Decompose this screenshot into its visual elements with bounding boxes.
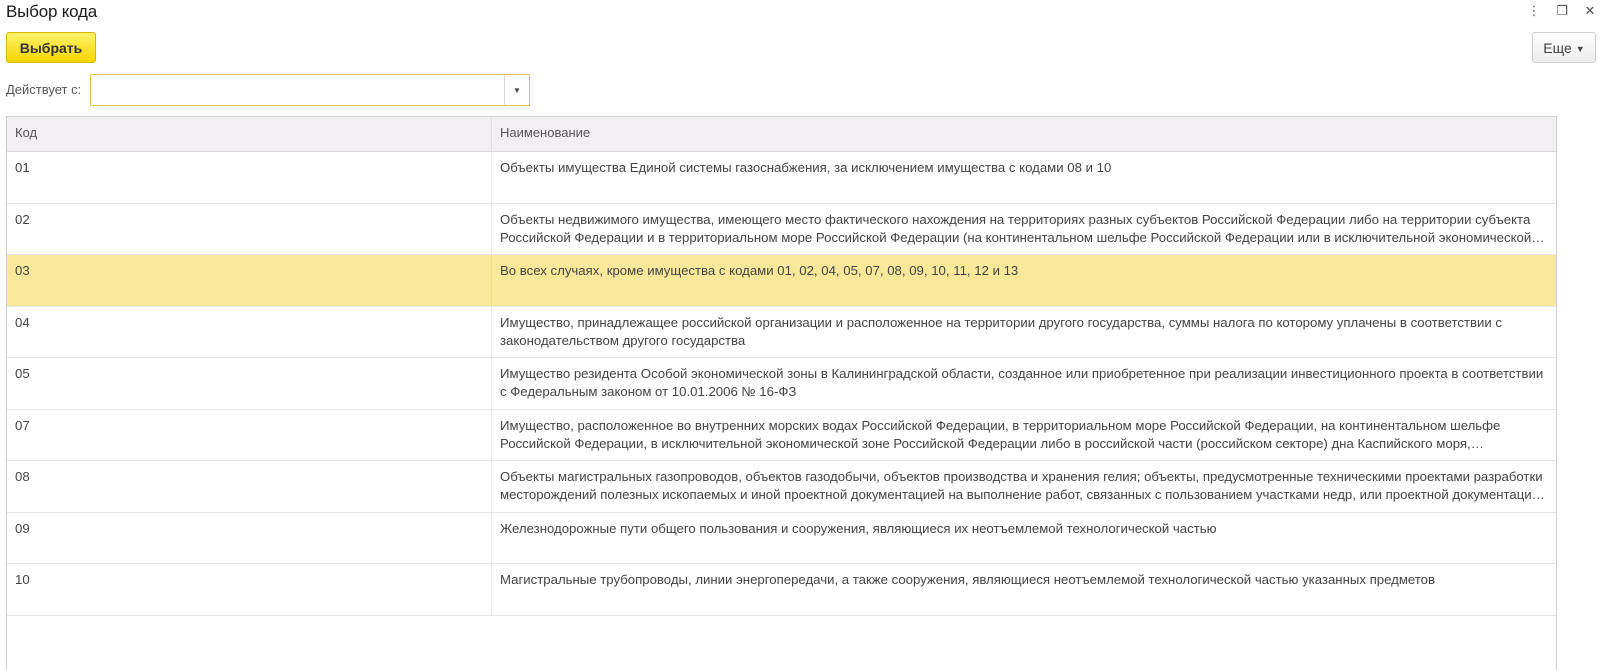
row-name: Имущество резидента Особой экономической… <box>500 366 1544 399</box>
row-name-cell: Магистральные трубопроводы, линии энерго… <box>492 564 1556 615</box>
row-code: 05 <box>7 358 492 409</box>
row-name: Объекты магистральных газопроводов, объе… <box>500 469 1547 502</box>
codes-table: Код Наименование 01 Объекты имущества Еди… <box>6 116 1557 670</box>
row-code: 09 <box>7 512 492 563</box>
table-header: Код Наименование <box>7 117 1556 152</box>
table-row[interactable]: 07 Имущество, расположенное во внутренних… <box>7 409 1556 461</box>
table-row[interactable]: 03 Во всех случаях, кроме имущества с код… <box>7 255 1556 307</box>
row-name: Имущество, принадлежащее российской орга… <box>500 314 1503 348</box>
table-body: 01 Объекты имущества Единой системы газос… <box>7 152 1556 616</box>
column-header-code[interactable]: Код <box>7 117 492 151</box>
select-button[interactable]: Выбрать <box>6 32 96 63</box>
window-controls: ⋮ ❐ ✕ <box>1526 2 1598 20</box>
row-code: 03 <box>7 255 492 306</box>
table-row[interactable]: 09 Железнодорожные пути общего пользовани… <box>7 512 1556 564</box>
row-name-cell: Имущество резидента Особой экономической… <box>492 358 1556 409</box>
row-name-cell: Объекты имущества Единой системы газосна… <box>492 152 1556 203</box>
row-name: Объекты имущества Единой системы газосна… <box>500 160 1112 175</box>
row-code: 04 <box>7 306 492 357</box>
table-row[interactable]: 04 Имущество, принадлежащее российской ор… <box>7 306 1556 358</box>
more-actions-icon[interactable]: ⋮ <box>1526 2 1542 20</box>
row-name: Магистральные трубопроводы, линии энерго… <box>500 572 1436 587</box>
dropdown-arrow-icon[interactable]: ▼ <box>504 75 529 105</box>
row-code: 08 <box>7 461 492 512</box>
close-icon[interactable]: ✕ <box>1582 2 1598 20</box>
row-name: Железнодорожные пути общего пользования … <box>500 520 1217 536</box>
row-name-cell: Имущество, расположенное во внутренних м… <box>492 410 1556 461</box>
restore-window-icon[interactable]: ❐ <box>1554 2 1570 20</box>
row-name: Объекты недвижимого имущества, имеющего … <box>500 211 1532 245</box>
row-name: Имущество, расположенное во внутренних м… <box>500 417 1501 451</box>
row-code: 07 <box>7 409 492 460</box>
code-selection-window: Выбор кода ⋮ ❐ ✕ Выбрать Еще ▼ Действует… <box>0 0 1604 670</box>
table-row[interactable]: 02 Объекты недвижимого имущества, имеющег… <box>7 203 1556 255</box>
valid-from-field[interactable]: ▼ <box>90 74 530 106</box>
row-code: 01 <box>7 152 492 203</box>
valid-from-label: Действует с: <box>6 82 82 97</box>
chevron-down-icon: ▼ <box>1575 43 1585 54</box>
table-row[interactable]: 08 Объекты магистральных газопроводов, об… <box>7 461 1556 513</box>
more-button[interactable]: Еще ▼ <box>1532 32 1596 63</box>
more-button-label: Еще <box>1543 39 1572 56</box>
row-name-cell: Имущество, принадлежащее российской орга… <box>492 307 1556 358</box>
row-code: 10 <box>7 564 492 615</box>
row-name: Во всех случаях, кроме имущества с кодам… <box>500 263 1019 278</box>
row-name-cell: Объекты недвижимого имущества, имеющего … <box>492 204 1556 255</box>
row-name-cell: Объекты магистральных газопроводов, объе… <box>492 461 1556 512</box>
row-name-cell: Во всех случаях, кроме имущества с кодам… <box>492 255 1556 306</box>
table-row[interactable]: 10 Магистральные трубопроводы, линии энер… <box>7 564 1556 616</box>
valid-from-input[interactable] <box>91 75 504 105</box>
row-code: 02 <box>7 203 492 254</box>
column-header-name[interactable]: Наименование <box>492 117 1556 151</box>
row-name-cell: Железнодорожные пути общего пользования … <box>492 513 1556 564</box>
table-row[interactable]: 05 Имущество резидента Особой экономическ… <box>7 358 1556 410</box>
window-title: Выбор кода <box>6 2 98 21</box>
table-row[interactable]: 01 Объекты имущества Единой системы газос… <box>7 152 1556 204</box>
